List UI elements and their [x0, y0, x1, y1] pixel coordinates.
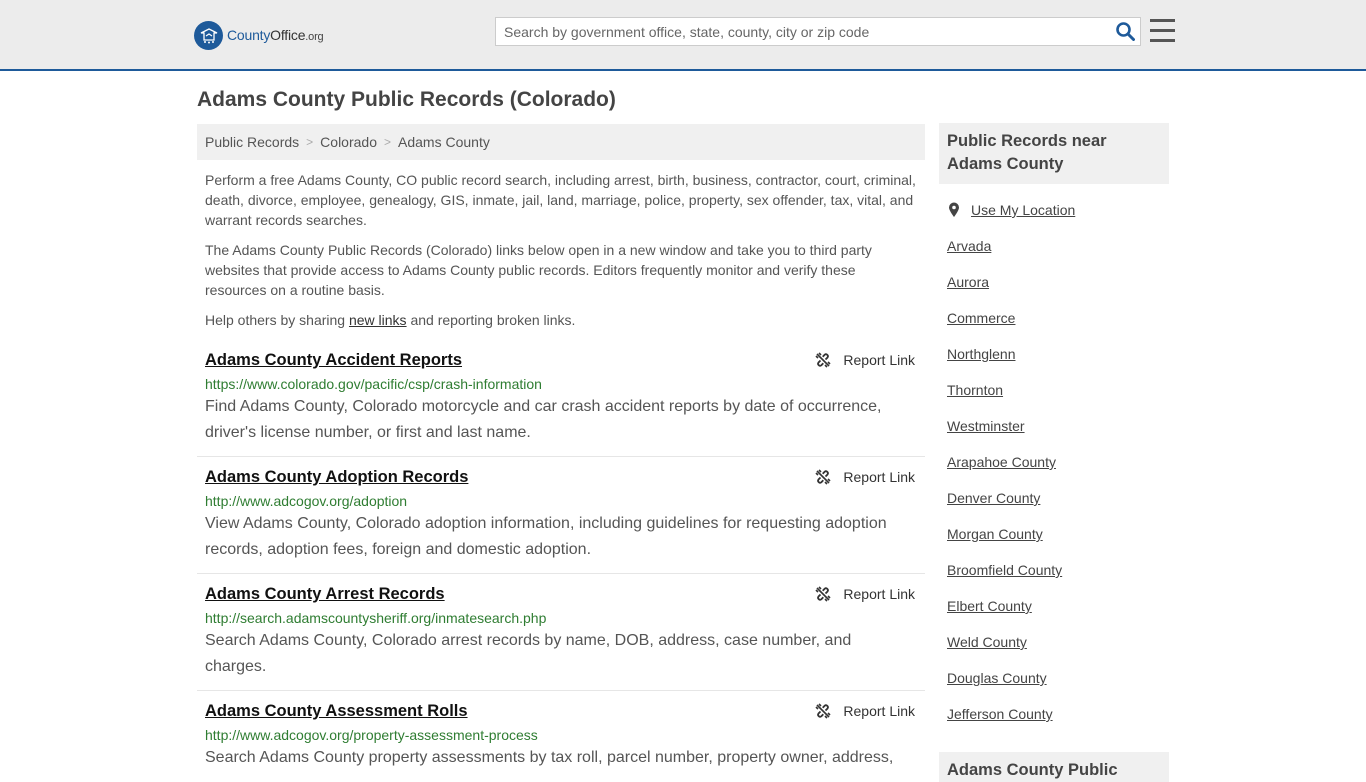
sidebar-item-broomfield-county[interactable]: Broomfield County: [947, 561, 1167, 597]
divider: [197, 573, 925, 574]
report-link-button[interactable]: Report Link: [815, 469, 915, 485]
new-links-link[interactable]: new links: [349, 312, 407, 328]
breadcrumb-separator: >: [384, 135, 392, 149]
record-item: Adams County Arrest Records Report Link …: [197, 585, 925, 680]
record-url[interactable]: http://search.adamscountysheriff.org/inm…: [205, 610, 917, 626]
record-item: Adams County Assessment Rolls Report Lin…: [197, 702, 925, 771]
report-link-button[interactable]: Report Link: [815, 703, 915, 719]
record-description: Find Adams County, Colorado motorcycle a…: [205, 398, 882, 441]
logo-wordmark: CountyOffice.org: [227, 27, 324, 43]
divider: [197, 456, 925, 457]
breadcrumb-separator: >: [306, 135, 314, 149]
record-url[interactable]: http://www.adcogov.org/property-assessme…: [205, 727, 917, 743]
broken-link-icon: [815, 703, 831, 719]
report-link-button[interactable]: Report Link: [815, 352, 915, 368]
report-link-button[interactable]: Report Link: [815, 586, 915, 602]
sidebar-item-jefferson-county[interactable]: Jefferson County: [947, 705, 1167, 741]
intro-text: Perform a free Adams County, CO public r…: [205, 170, 917, 340]
record-url[interactable]: https://www.colorado.gov/pacific/csp/cra…: [205, 376, 917, 392]
search-button[interactable]: [1110, 18, 1140, 45]
page-title: Adams County Public Records (Colorado): [197, 88, 616, 111]
sidebar-item-weld-county[interactable]: Weld County: [947, 633, 1167, 669]
search-box: [495, 17, 1141, 46]
record-title-link[interactable]: Adams County Arrest Records: [205, 585, 445, 604]
logo-seal-icon: [194, 20, 223, 50]
search-input[interactable]: [496, 18, 1110, 45]
intro-paragraph-1: Perform a free Adams County, CO public r…: [205, 172, 916, 228]
sidebar-nearby-list: Use My Location Arvada Aurora Commerce N…: [947, 201, 1167, 741]
record-url[interactable]: http://www.adcogov.org/adoption: [205, 493, 917, 509]
record-description: Search Adams County, Colorado arrest rec…: [205, 632, 852, 675]
record-item: Adams County Adoption Records Report Lin…: [197, 468, 925, 563]
record-title-link[interactable]: Adams County Accident Reports: [205, 351, 462, 370]
intro-paragraph-2: The Adams County Public Records (Colorad…: [205, 242, 872, 298]
sidebar-item-thornton[interactable]: Thornton: [947, 381, 1167, 417]
sidebar-item-morgan-county[interactable]: Morgan County: [947, 525, 1167, 561]
record-title-link[interactable]: Adams County Adoption Records: [205, 468, 468, 487]
sidebar-heading: Public Records near Adams County: [939, 123, 1169, 184]
site-logo[interactable]: CountyOffice.org: [194, 20, 324, 50]
sidebar-item-westminster[interactable]: Westminster: [947, 417, 1167, 453]
sidebar-item-aurora[interactable]: Aurora: [947, 273, 1167, 309]
breadcrumb-colorado[interactable]: Colorado: [320, 134, 377, 150]
sidebar-item-arapahoe-county[interactable]: Arapahoe County: [947, 453, 1167, 489]
map-pin-icon: [949, 202, 959, 217]
top-header: CountyOffice.org: [0, 0, 1366, 71]
breadcrumb: Public Records > Colorado > Adams County: [197, 124, 925, 160]
broken-link-icon: [815, 469, 831, 485]
record-item: Adams County Accident Reports Report Lin…: [197, 351, 925, 446]
sidebar-item-elbert-county[interactable]: Elbert County: [947, 597, 1167, 633]
broken-link-icon: [815, 586, 831, 602]
sidebar-item-arvada[interactable]: Arvada: [947, 237, 1167, 273]
sidebar-item-denver-county[interactable]: Denver County: [947, 489, 1167, 525]
breadcrumb-adams-county[interactable]: Adams County: [398, 134, 490, 150]
record-description: View Adams County, Colorado adoption inf…: [205, 515, 887, 558]
sidebar-heading-2: Adams County Public: [939, 752, 1169, 782]
sidebar-item-commerce[interactable]: Commerce: [947, 309, 1167, 345]
search-icon: [1115, 22, 1135, 41]
sidebar-item-northglenn[interactable]: Northglenn: [947, 345, 1167, 381]
sidebar-item-douglas-county[interactable]: Douglas County: [947, 669, 1167, 705]
use-my-location[interactable]: Use My Location: [947, 201, 1167, 219]
intro-paragraph-3: Help others by sharing new links and rep…: [205, 312, 576, 328]
divider: [197, 690, 925, 691]
record-title-link[interactable]: Adams County Assessment Rolls: [205, 702, 468, 721]
record-description: Search Adams County property assessments…: [205, 749, 894, 766]
breadcrumb-public-records[interactable]: Public Records: [205, 134, 299, 150]
use-my-location-link[interactable]: Use My Location: [971, 202, 1075, 218]
broken-link-icon: [815, 352, 831, 368]
hamburger-menu-icon[interactable]: [1150, 19, 1175, 42]
